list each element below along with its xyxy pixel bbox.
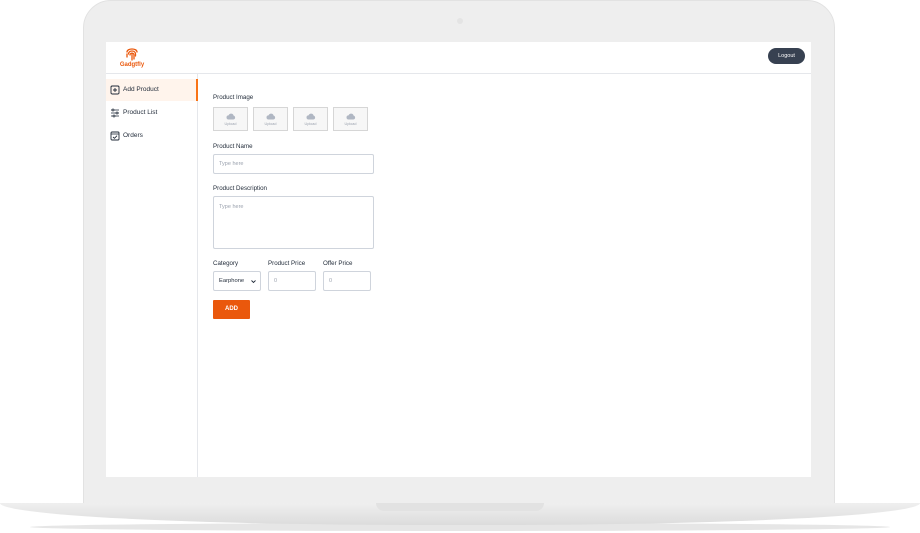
- sidebar-item-label: Orders: [123, 132, 143, 139]
- list-filter-icon: [111, 108, 119, 118]
- order-check-icon: [110, 131, 120, 141]
- sidebar-item-label: Product List: [123, 109, 158, 116]
- app-screen: Gadgtfly Logout Add Product Product List: [106, 42, 811, 477]
- upload-label: Upload: [224, 122, 237, 126]
- upload-label: Upload: [304, 122, 317, 126]
- product-description-label: Product Description: [213, 185, 267, 192]
- chevron-down-icon: [251, 280, 256, 284]
- sidebar-item-add-product[interactable]: Add Product: [106, 79, 198, 101]
- upload-slot-4[interactable]: Upload: [333, 107, 368, 131]
- offer-price-label: Offer Price: [323, 260, 353, 267]
- product-price-placeholder: 0: [274, 278, 278, 284]
- sidebar-item-product-list[interactable]: Product List: [106, 102, 198, 124]
- product-image-label: Product Image: [213, 94, 254, 101]
- product-name-input[interactable]: Type here: [213, 154, 374, 174]
- upload-label: Upload: [264, 122, 277, 126]
- product-price-input[interactable]: 0: [268, 271, 316, 291]
- webcam: [457, 18, 463, 24]
- category-selected-value: Earphone: [219, 278, 245, 284]
- add-product-button[interactable]: ADD: [213, 300, 250, 319]
- brand-name: Gadgtfly: [119, 62, 145, 68]
- top-bar: Gadgtfly Logout: [106, 42, 811, 74]
- sidebar-item-label: Add Product: [123, 86, 159, 93]
- product-description-placeholder: Type here: [219, 204, 244, 210]
- category-label: Category: [213, 260, 239, 267]
- product-price-label: Product Price: [268, 260, 306, 267]
- product-description-textarea[interactable]: Type here: [213, 196, 374, 249]
- cloud-upload-icon: [306, 113, 316, 120]
- add-box-icon: [110, 85, 120, 95]
- logout-button[interactable]: Logout: [768, 48, 805, 64]
- upload-slot-1[interactable]: Upload: [213, 107, 248, 131]
- offer-price-input[interactable]: 0: [323, 271, 371, 291]
- fingerprint-logo-icon: [126, 48, 138, 61]
- cloud-upload-icon: [226, 113, 236, 120]
- cloud-upload-icon: [266, 113, 276, 120]
- upload-slot-2[interactable]: Upload: [253, 107, 288, 131]
- category-select[interactable]: Earphone: [213, 271, 261, 291]
- cloud-upload-icon: [346, 113, 356, 120]
- upload-label: Upload: [344, 122, 357, 126]
- product-name-label: Product Name: [213, 143, 253, 150]
- upload-slot-3[interactable]: Upload: [293, 107, 328, 131]
- sidebar: Add Product Product List Orders: [106, 74, 198, 477]
- offer-price-placeholder: 0: [329, 278, 333, 284]
- product-name-placeholder: Type here: [219, 161, 244, 167]
- laptop-notch: [376, 503, 544, 511]
- sidebar-item-orders[interactable]: Orders: [106, 125, 198, 147]
- brand-logo[interactable]: Gadgtfly: [114, 46, 150, 68]
